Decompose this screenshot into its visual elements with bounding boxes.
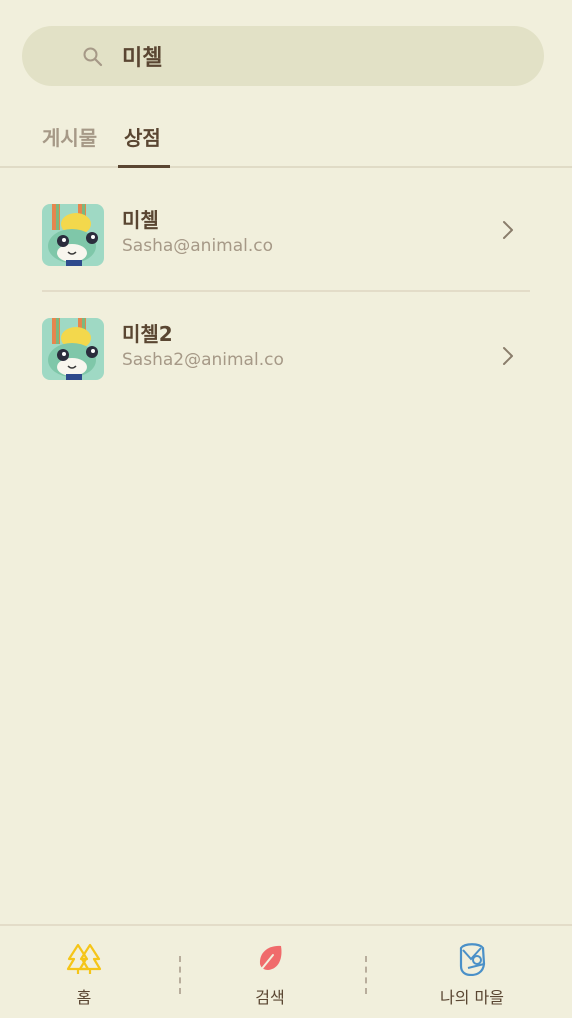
nav-search-label: 검색	[255, 988, 285, 1007]
search-bar[interactable]	[22, 26, 544, 86]
active-tab-indicator	[118, 165, 170, 168]
avatar	[42, 318, 104, 380]
list-item[interactable]: 미첼2 Sasha2@animal.co	[42, 310, 530, 390]
nav-my-village[interactable]: 나의 마을	[412, 942, 532, 1012]
result-email: Sasha@animal.co	[122, 236, 274, 256]
tree-icon	[66, 943, 102, 974]
bottom-navigation: 홈 검색 나의 마을	[0, 924, 572, 1018]
tab-store[interactable]: 상점	[124, 122, 161, 151]
villager-avatar-image	[42, 204, 104, 266]
result-title: 미첼	[122, 208, 159, 232]
avatar	[42, 204, 104, 266]
nav-home[interactable]: 홈	[24, 942, 144, 1012]
owl-icon	[459, 943, 486, 976]
result-title: 미첼2	[122, 322, 173, 346]
villager-avatar-image	[42, 318, 104, 380]
nav-home-label: 홈	[76, 988, 92, 1007]
nav-separator	[179, 956, 181, 994]
nav-search[interactable]: 검색	[210, 942, 330, 1012]
chevron-right-icon	[503, 221, 513, 239]
list-divider	[42, 290, 530, 292]
store-search-screen: 게시물 상점 미첼 Sasha@animal.	[0, 0, 572, 1018]
result-tabs: 게시물 상점	[0, 110, 572, 168]
search-icon	[83, 47, 103, 67]
list-item[interactable]: 미첼 Sasha@animal.co	[42, 196, 530, 276]
result-email: Sasha2@animal.co	[122, 350, 284, 370]
leaf-icon	[259, 945, 282, 972]
nav-separator	[365, 956, 367, 994]
chevron-right-icon	[503, 347, 513, 365]
search-input[interactable]	[122, 36, 522, 76]
tab-posts[interactable]: 게시물	[42, 122, 97, 151]
nav-my-village-label: 나의 마을	[440, 988, 504, 1007]
